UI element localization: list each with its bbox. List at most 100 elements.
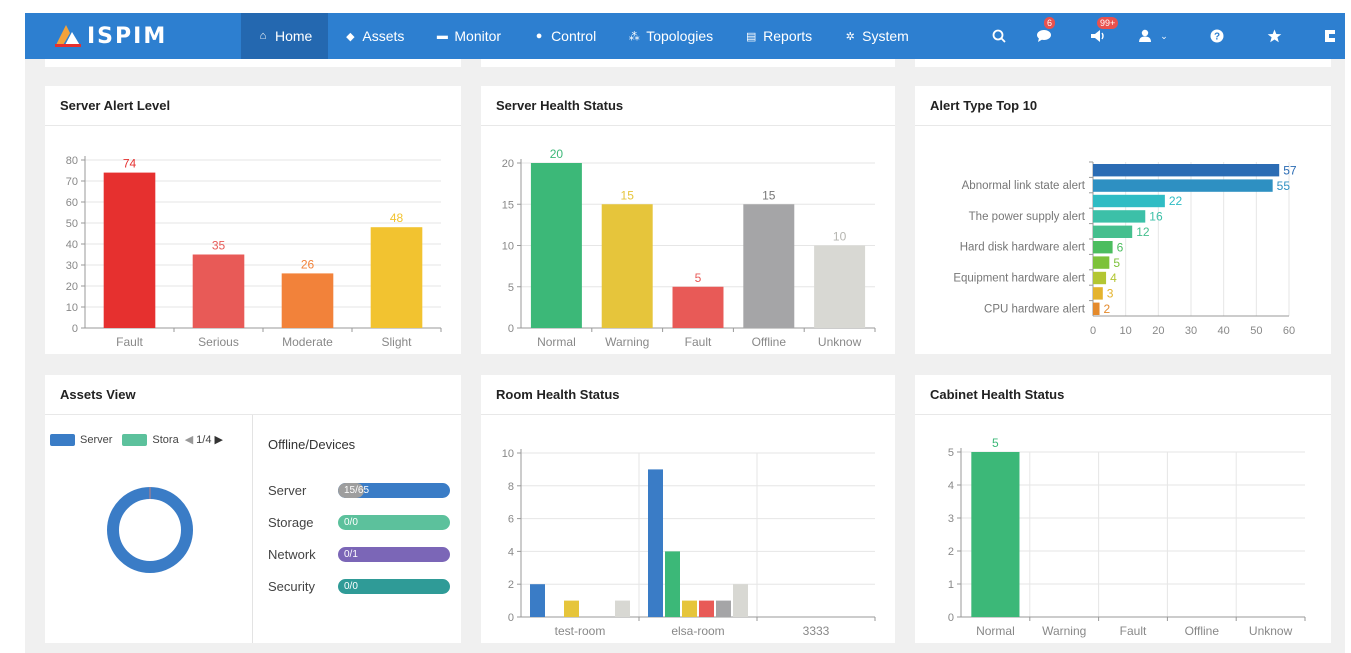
bar-data-label: 35 (212, 239, 226, 253)
cabinet-health-status-chart: 0 1 2 3 4 5 Normal 5 Warning Fault Offline Unknow (948, 436, 1306, 638)
legend-label-storage[interactable]: Stora (152, 434, 178, 446)
assets-legend: Server Stora ◀ 1/4 ▶ (50, 433, 223, 446)
bar (530, 584, 545, 617)
legend-label-server[interactable]: Server (80, 434, 112, 446)
legend-prev-arrow-icon[interactable]: ◀ (185, 433, 193, 446)
x-tick-label: Fault (116, 335, 143, 349)
bar-data-label: 20 (550, 147, 564, 161)
bar (103, 172, 156, 328)
bar (665, 551, 680, 617)
y-tick-label: 10 (66, 302, 78, 314)
bar (530, 163, 582, 328)
device-offline-bar: 0/0 (338, 578, 450, 594)
assets-view-panel: Assets View Server Stora ◀ 1/4 ▶ Offline… (45, 375, 461, 643)
bar-data-label: 12 (1136, 225, 1150, 239)
device-row-network[interactable]: Network 0/1 (268, 544, 450, 564)
x-tick-label: Slight (381, 335, 412, 349)
bar (743, 204, 795, 328)
alert-badge: 99+ (1097, 17, 1119, 29)
bar (814, 245, 866, 328)
topology-icon: ⁂ (628, 30, 640, 43)
y-tick-label: 0 (948, 612, 954, 624)
search-icon[interactable] (987, 13, 1011, 59)
nav-item-topologies[interactable]: ⁂ Topologies (612, 13, 729, 59)
app-window: ISPIM ⌂ Home ◆ Assets ▬ Monitor ● Control ⁂ Topol… (25, 13, 1345, 653)
bar (1093, 287, 1103, 300)
device-row-server[interactable]: Server 15/65 (268, 480, 450, 500)
assets-divider (252, 415, 253, 643)
nav-item-control[interactable]: ● Control (517, 13, 612, 59)
nav-item-label: Home (275, 28, 313, 44)
y-tick-label: 2 (508, 579, 514, 591)
bar (1093, 179, 1273, 192)
message-icon[interactable]: 6 (1031, 13, 1057, 59)
y-tick-label: 80 (66, 155, 78, 167)
y-tick-label: 4 (948, 480, 954, 492)
bar (1093, 302, 1100, 315)
y-tick-label: 2 (948, 546, 954, 558)
x-tick-label: Unknow (818, 335, 862, 349)
bar-data-label: 22 (1169, 194, 1183, 208)
speaker-icon[interactable]: 99+ (1081, 13, 1119, 59)
server-health-status-chart: 0 5 10 15 20 Normal 20 Warning 15 Fault 5 Offline 15… (502, 147, 876, 349)
nav-item-label: Control (551, 28, 597, 44)
help-icon[interactable]: ? (1205, 13, 1229, 59)
report-icon: ▤ (745, 30, 757, 43)
y-tick-label: 10 (502, 448, 514, 460)
bar-data-label: 15 (621, 188, 635, 202)
bar (971, 452, 1020, 617)
chevron-down-icon: ⌄ (1160, 30, 1168, 41)
nav-item-assets[interactable]: ◆ Assets (328, 13, 420, 59)
gear-icon: ✲ (845, 30, 855, 43)
bar-data-label: 57 (1283, 163, 1297, 177)
y-tick-label: 50 (66, 218, 78, 230)
svg-text:?: ? (1214, 32, 1220, 43)
user-menu[interactable]: ⌄ (1133, 13, 1173, 59)
alert-type-top10-panel: Alert Type Top 10 0 10 20 30 40 50 60 57 55 22 16 1… (915, 86, 1331, 354)
device-row-security[interactable]: Security 0/0 (268, 576, 450, 596)
y-tick-label: 60 (66, 197, 78, 209)
bar (281, 273, 334, 328)
device-offline-value: 0/0 (344, 580, 358, 592)
nav-item-home[interactable]: ⌂ Home (241, 13, 329, 59)
x-tick-label: Moderate (282, 335, 333, 349)
y-tick-label: 40 (66, 239, 78, 251)
x-tick-label: test-room (555, 624, 606, 638)
legend-swatch-server[interactable] (50, 433, 75, 446)
exit-icon[interactable] (1319, 13, 1343, 59)
bar (615, 600, 630, 617)
bar-data-label: 26 (301, 257, 315, 271)
room-health-status-chart: 0 2 4 6 8 10 test-room elsa-room 3333 (502, 448, 876, 638)
legend-next-arrow-icon[interactable]: ▶ (214, 433, 222, 446)
brand-logo[interactable]: ISPIM (53, 20, 167, 52)
monitor-icon: ▬ (436, 30, 448, 42)
y-tick-label: 4 (508, 546, 514, 558)
x-tick-label: Warning (605, 335, 649, 349)
offline-devices-title: Offline/Devices (268, 437, 356, 452)
server-alert-level-chart: 0 10 20 30 40 50 60 70 80 Fault 74 Serious 35 Moderat… (66, 155, 442, 349)
bar-data-label: 5 (992, 436, 999, 450)
x-tick-label: 50 (1250, 325, 1262, 337)
home-icon: ⌂ (259, 30, 267, 42)
nav-item-system[interactable]: ✲ System (828, 13, 925, 59)
nav-item-label: Topologies (646, 28, 714, 44)
legend-swatch-storage[interactable] (122, 433, 148, 446)
nav-item-monitor[interactable]: ▬ Monitor (420, 13, 517, 59)
bar-data-label: 4 (1110, 271, 1117, 285)
device-row-storage[interactable]: Storage 0/0 (268, 512, 450, 532)
y-tick-label: CPU hardware alert (984, 303, 1086, 315)
bar (733, 584, 748, 617)
x-tick-label: Offline (752, 335, 787, 349)
panel-stub-middle (481, 59, 895, 67)
panel-title: Room Health Status (481, 375, 895, 415)
bar (1093, 271, 1107, 285)
legend-pager: 1/4 (196, 433, 212, 446)
x-tick-label: 0 (1090, 325, 1096, 337)
nav-item-reports[interactable]: ▤ Reports (729, 13, 828, 59)
device-label: Server (268, 482, 307, 498)
server-health-status-panel: Server Health Status 0 5 10 15 20 Normal 20 War… (481, 86, 895, 354)
x-tick-label: 20 (1152, 325, 1164, 337)
x-tick-label: Serious (198, 335, 239, 349)
control-icon: ● (535, 30, 543, 42)
star-icon[interactable] (1262, 13, 1286, 59)
